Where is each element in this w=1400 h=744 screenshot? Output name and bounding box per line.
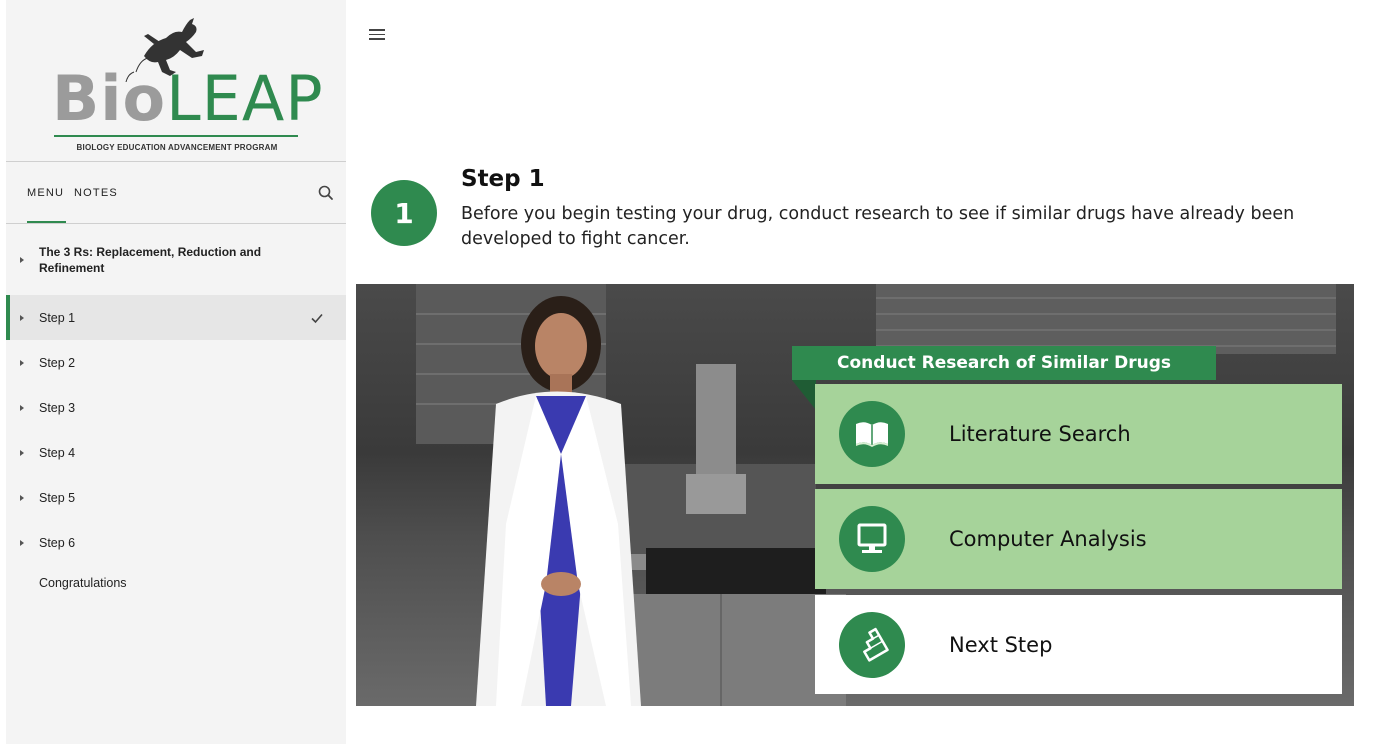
sidebar-item-label: Step 2 (39, 355, 76, 370)
caret-right-icon (20, 539, 24, 546)
sidebar-item-label: The 3 Rs: Replacement, Reduction and Ref… (39, 245, 262, 275)
sidebar: BioLEAP BIOLOGY EDUCATION ADVANCEMENT PR… (6, 0, 346, 744)
choice-label: Computer Analysis (949, 527, 1147, 551)
hamburger-menu-icon[interactable] (369, 29, 385, 41)
computer-monitor-icon (839, 506, 905, 572)
sidebar-item-label: Step 4 (39, 445, 76, 460)
logo-rule (54, 135, 298, 137)
logo: BioLEAP BIOLOGY EDUCATION ADVANCEMENT PR… (6, 0, 346, 162)
sidebar-item-label: Step 3 (39, 400, 76, 415)
tab-menu[interactable]: MENU (27, 187, 64, 199)
open-book-icon (839, 401, 905, 467)
sidebar-item-label: Step 1 (39, 310, 76, 325)
literature-search-button[interactable]: Literature Search (815, 384, 1342, 484)
sidebar-item-congratulations[interactable]: Congratulations (6, 565, 346, 601)
logo-bio: Bio (52, 62, 167, 135)
sidebar-item-step-4[interactable]: Step 4 (6, 430, 346, 475)
step-description: Before you begin testing your drug, cond… (461, 204, 1295, 249)
sidebar-item-step-3[interactable]: Step 3 (6, 385, 346, 430)
sidebar-item-label: Step 5 (39, 490, 76, 505)
sidebar-tabs: MENU NOTES (6, 163, 346, 224)
stairs-icon (826, 599, 918, 690)
search-icon[interactable] (316, 183, 336, 203)
sidebar-menu: The 3 Rs: Replacement, Reduction and Ref… (6, 225, 346, 601)
choice-label: Next Step (949, 632, 1053, 657)
caret-right-icon (20, 449, 24, 456)
sidebar-item-step-5[interactable]: Step 5 (6, 475, 346, 520)
scenario-stage: Conduct Research of Similar Drugs Litera… (356, 284, 1354, 706)
checkmark-icon (311, 313, 323, 323)
caret-right-icon (20, 494, 24, 501)
sidebar-item-3rs[interactable]: The 3 Rs: Replacement, Reduction and Ref… (6, 225, 346, 295)
logo-leap: LEAP (166, 62, 324, 135)
active-tab-indicator (27, 221, 66, 223)
logo-tagline: BIOLOGY EDUCATION ADVANCEMENT PROGRAM (76, 143, 278, 152)
caret-right-icon (20, 314, 24, 321)
step-title: Step 1 (461, 166, 545, 192)
sidebar-item-step-1[interactable]: Step 1 (6, 295, 346, 340)
caret-right-icon (20, 257, 24, 263)
panel-header-fold (792, 380, 816, 410)
next-step-button[interactable]: Next Step (815, 595, 1342, 694)
caret-right-icon (20, 404, 24, 411)
sidebar-item-step-2[interactable]: Step 2 (6, 340, 346, 385)
sidebar-item-label: Step 6 (39, 535, 76, 550)
tab-notes[interactable]: NOTES (74, 187, 118, 199)
sidebar-item-step-6[interactable]: Step 6 (6, 520, 346, 565)
caret-right-icon (20, 359, 24, 366)
computer-analysis-button[interactable]: Computer Analysis (815, 489, 1342, 589)
panel-header: Conduct Research of Similar Drugs (792, 346, 1216, 380)
sidebar-item-label: Congratulations (39, 576, 127, 590)
step-number-badge: 1 (371, 180, 437, 246)
logo-wordmark: BioLEAP (52, 68, 324, 130)
choice-label: Literature Search (949, 422, 1131, 446)
